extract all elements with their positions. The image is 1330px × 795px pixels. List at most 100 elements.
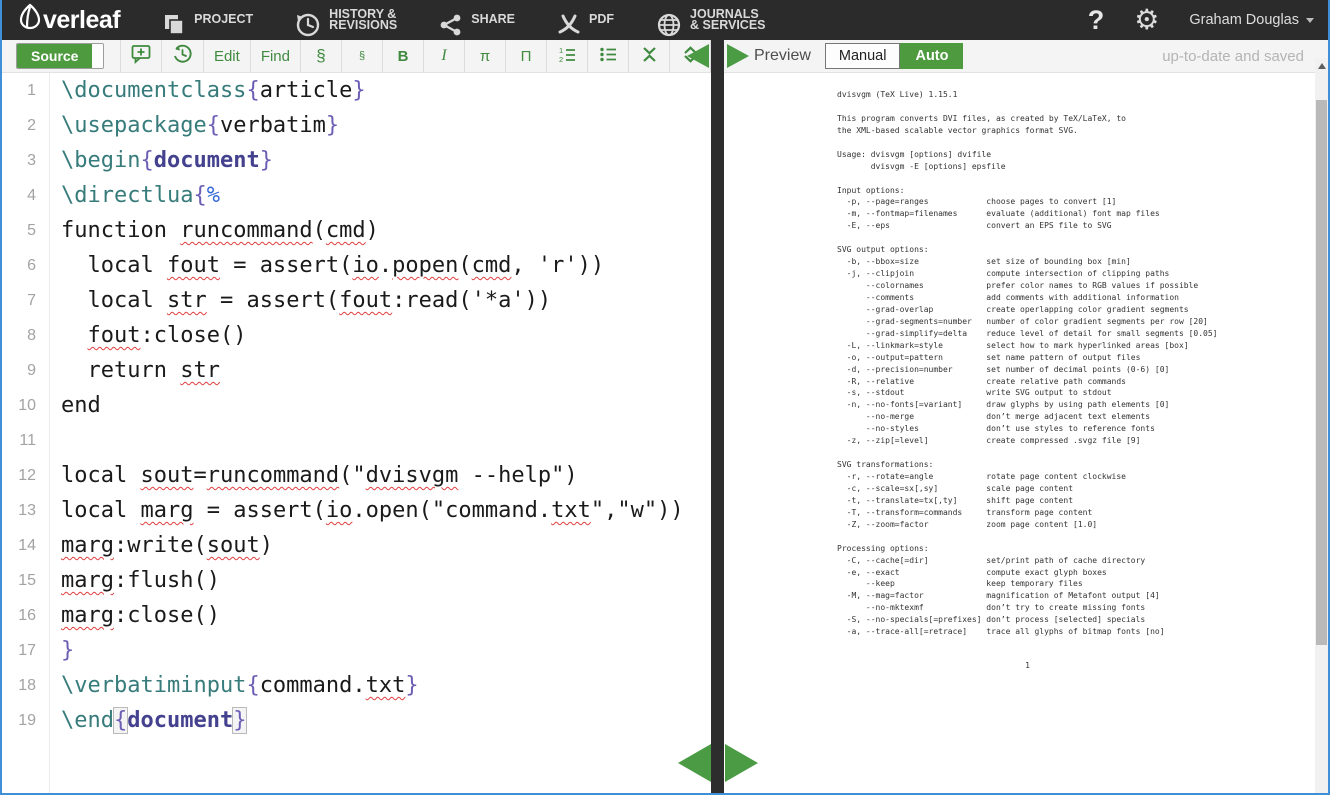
code-token: = xyxy=(193,463,206,488)
bullet-list-button[interactable] xyxy=(587,40,628,72)
code-token: { xyxy=(114,708,127,733)
code-token: \begin xyxy=(61,148,140,173)
edit-button[interactable]: Edit xyxy=(203,40,250,72)
line-number[interactable]: 12 xyxy=(2,458,36,493)
code-token: fout xyxy=(167,253,220,278)
pdf-scrollbar[interactable] xyxy=(1315,58,1328,795)
code-token: str xyxy=(167,288,207,313)
nav-project[interactable]: PROJECT xyxy=(162,1,253,39)
code-line[interactable]: local marg = assert(io.open("command.txt… xyxy=(61,493,711,528)
source-editor[interactable]: 12345678910111213141516171819 \documentc… xyxy=(2,73,711,795)
code-token: } xyxy=(61,638,74,663)
header-right: ? ⚙ Graham Douglas xyxy=(1088,5,1314,36)
expand-right-arrow[interactable] xyxy=(725,744,758,782)
collapse-button[interactable] xyxy=(628,40,669,72)
code-token: marg xyxy=(61,533,114,558)
manual-button[interactable]: Manual xyxy=(825,43,901,69)
line-number[interactable]: 6 xyxy=(2,248,36,283)
code-line[interactable]: \usepackage{verbatim} xyxy=(61,108,711,143)
overleaf-logo[interactable]: verleaf xyxy=(18,3,120,38)
inline-math-button[interactable]: π xyxy=(464,40,505,72)
collapse-preview-arrow[interactable] xyxy=(727,44,749,68)
code-line[interactable]: local fout = assert(io.popen(cmd, 'r')) xyxy=(61,248,711,283)
rich-text-button[interactable]: Rich Text xyxy=(92,44,103,68)
code-line[interactable]: \begin{document} xyxy=(61,143,711,178)
code-line[interactable]: \verbatiminput{command.txt} xyxy=(61,668,711,703)
subsection-button[interactable]: § xyxy=(341,40,382,72)
code-line[interactable]: function runcommand(cmd) xyxy=(61,213,711,248)
scroll-up-icon xyxy=(1318,63,1326,69)
nav-history-revisions[interactable]: HISTORY & REVISIONS xyxy=(295,0,397,40)
code-token: local xyxy=(61,498,140,523)
code-line[interactable]: local sout=runcommand("dvisvgm --help") xyxy=(61,458,711,493)
code-token: txt xyxy=(366,673,406,698)
section-button[interactable]: § xyxy=(300,40,341,72)
line-number[interactable]: 8 xyxy=(2,318,36,353)
line-number[interactable]: 17 xyxy=(2,633,36,668)
auto-button[interactable]: Auto xyxy=(900,43,963,69)
line-number[interactable]: 15 xyxy=(2,563,36,598)
nav-journals-label: JOURNALS & SERVICES xyxy=(690,9,766,32)
line-number[interactable]: 5 xyxy=(2,213,36,248)
code-token: % xyxy=(207,183,220,208)
logo-text: verleaf xyxy=(43,6,120,35)
source-button[interactable]: Source xyxy=(17,44,92,68)
code-line[interactable]: marg:flush() xyxy=(61,563,711,598)
code-line[interactable]: marg:write(sout) xyxy=(61,528,711,563)
code-line[interactable]: fout:close() xyxy=(61,318,711,353)
line-number[interactable]: 18 xyxy=(2,668,36,703)
code-line[interactable]: } xyxy=(61,633,711,668)
line-number[interactable]: 10 xyxy=(2,388,36,423)
code-token: return xyxy=(61,358,180,383)
line-number[interactable]: 4 xyxy=(2,178,36,213)
nav-share[interactable]: SHARE xyxy=(439,1,515,39)
code-line[interactable]: marg:close() xyxy=(61,598,711,633)
line-number[interactable]: 7 xyxy=(2,283,36,318)
bold-button[interactable]: B xyxy=(382,40,423,72)
add-comment-button[interactable] xyxy=(120,40,161,72)
code-token: . xyxy=(379,253,392,278)
expand-left-arrow[interactable] xyxy=(678,744,711,782)
code-line[interactable]: \end{document} xyxy=(61,703,711,738)
nav-pdf[interactable]: PDF xyxy=(557,1,614,39)
editor-toolbar-buttons: Edit Find § § B I π Π 12 xyxy=(120,40,711,72)
line-number[interactable]: 9 xyxy=(2,353,36,388)
svg-text:2: 2 xyxy=(559,55,563,64)
code-line[interactable]: return str xyxy=(61,353,711,388)
line-number[interactable]: 19 xyxy=(2,703,36,738)
line-number[interactable]: 3 xyxy=(2,143,36,178)
line-number[interactable]: 2 xyxy=(2,108,36,143)
line-number[interactable]: 1 xyxy=(2,73,36,108)
pane-divider[interactable] xyxy=(711,40,724,795)
collapse-editor-arrow[interactable] xyxy=(687,44,709,68)
code-token: sout xyxy=(140,463,193,488)
save-status: up-to-date and saved xyxy=(1162,48,1328,65)
help-button[interactable]: ? xyxy=(1088,5,1105,36)
gear-icon[interactable]: ⚙ xyxy=(1134,6,1159,34)
code-area[interactable]: \documentclass{article}\usepackage{verba… xyxy=(50,73,711,795)
code-token: --help") xyxy=(458,463,577,488)
find-button[interactable]: Find xyxy=(250,40,300,72)
line-number[interactable]: 16 xyxy=(2,598,36,633)
code-line[interactable]: \directlua{% xyxy=(61,178,711,213)
code-line[interactable]: local str = assert(fout:read('*a')) xyxy=(61,283,711,318)
code-line[interactable]: end xyxy=(61,388,711,423)
code-line[interactable] xyxy=(61,423,711,458)
code-token: \usepackage xyxy=(61,113,207,138)
code-line[interactable]: \documentclass{article} xyxy=(61,73,711,108)
italic-button[interactable]: I xyxy=(423,40,464,72)
line-number[interactable]: 14 xyxy=(2,528,36,563)
nav-journals-services[interactable]: JOURNALS & SERVICES xyxy=(656,0,766,40)
scrollbar-up-button[interactable] xyxy=(1315,58,1328,73)
code-token: \end xyxy=(61,708,114,733)
user-menu[interactable]: Graham Douglas xyxy=(1189,12,1314,28)
scrollbar-thumb[interactable] xyxy=(1316,100,1327,645)
line-number[interactable]: 13 xyxy=(2,493,36,528)
line-number[interactable]: 11 xyxy=(2,423,36,458)
editor-toolbar: Source Rich Text Edit Find xyxy=(2,40,711,73)
track-changes-button[interactable] xyxy=(161,40,203,72)
code-token: dvisvgm xyxy=(366,463,459,488)
numbered-list-button[interactable]: 12 xyxy=(546,40,587,72)
display-math-button[interactable]: Π xyxy=(505,40,546,72)
code-token: ( xyxy=(458,253,471,278)
